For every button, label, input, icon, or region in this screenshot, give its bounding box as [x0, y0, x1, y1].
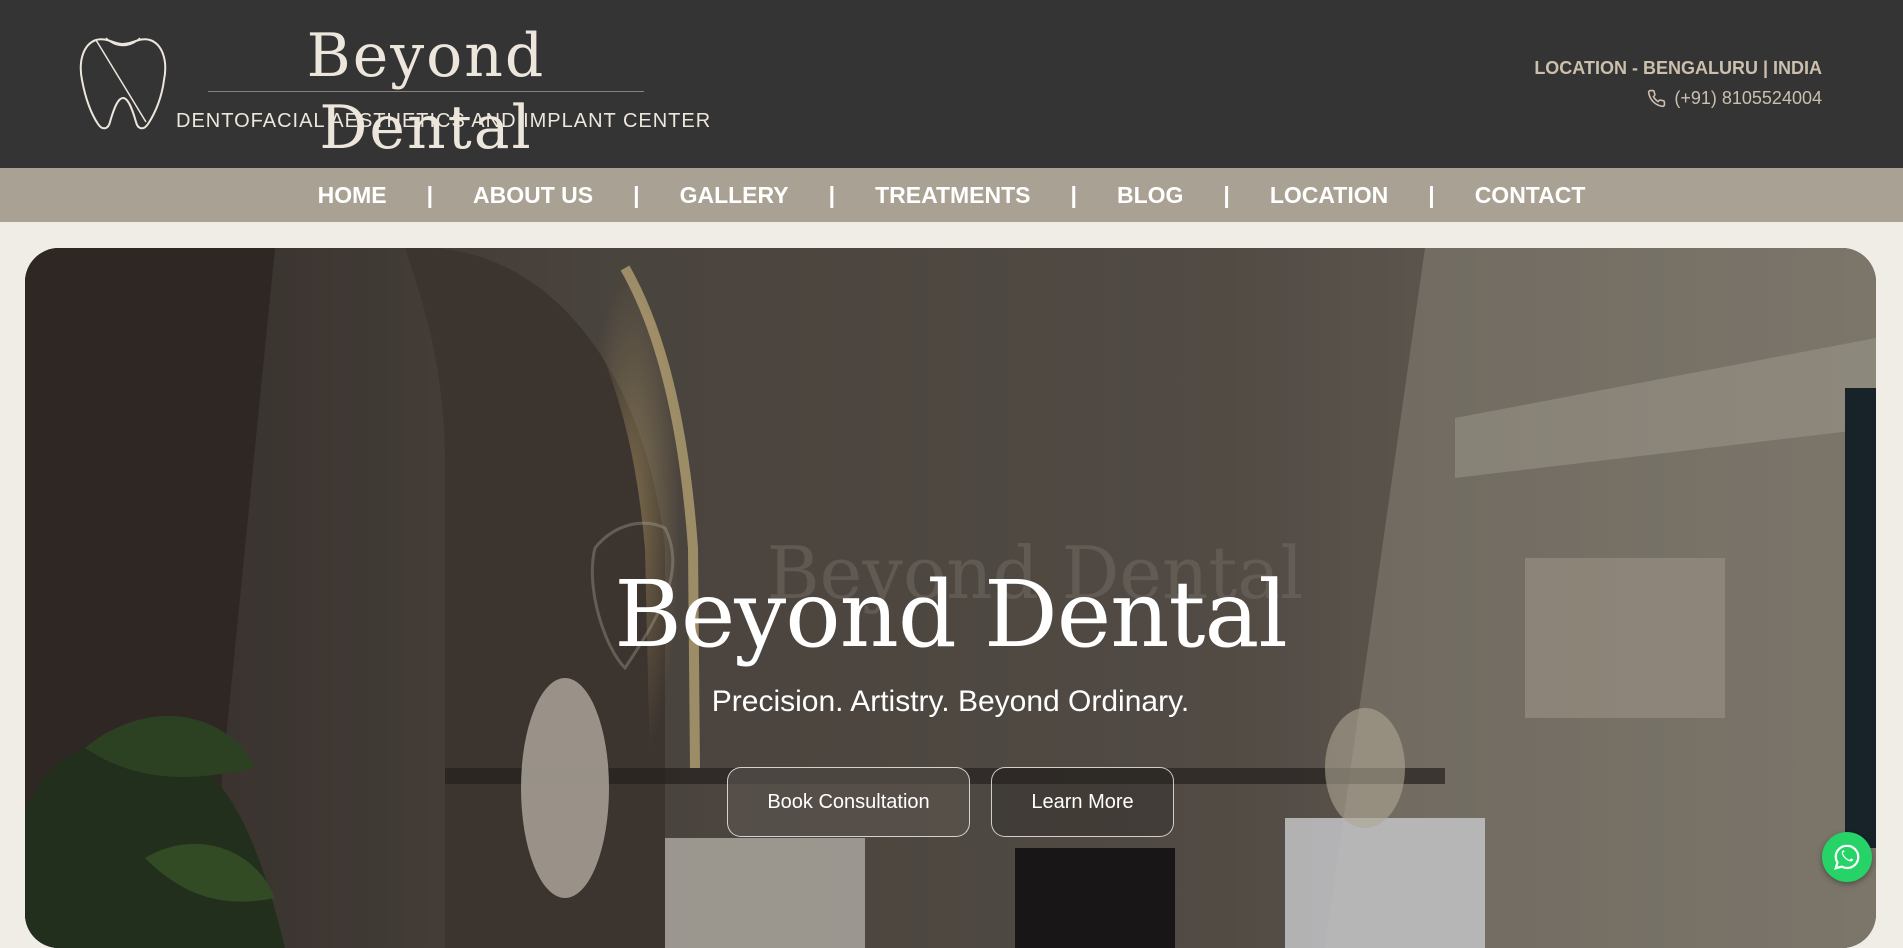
brand-divider	[208, 91, 644, 92]
hero-banner: Beyond Dental Beyond Dental Precision. A…	[25, 248, 1876, 948]
nav-location[interactable]: LOCATION	[1270, 182, 1388, 209]
whatsapp-chat-button[interactable]	[1822, 832, 1872, 882]
nav-treatments[interactable]: TREATMENTS	[875, 182, 1030, 209]
tooth-logo-icon[interactable]	[76, 34, 170, 134]
nav-separator: |	[426, 181, 434, 208]
nav-separator: |	[633, 181, 640, 208]
nav-contact[interactable]: CONTACT	[1475, 182, 1586, 209]
phone-number[interactable]: (+91) 8105524004	[1674, 88, 1822, 109]
location-text: LOCATION - BENGALURU | INDIA	[1534, 58, 1822, 78]
nav-blog[interactable]: BLOG	[1117, 182, 1183, 209]
hero-subtitle: Precision. Artistry. Beyond Ordinary.	[711, 685, 1190, 718]
site-header: Beyond Dental DENTOFACIAL AESTHETICS AND…	[0, 0, 1903, 168]
phone-contact[interactable]: (+91) 8105524004	[1647, 88, 1822, 109]
learn-more-button[interactable]: Learn More	[991, 767, 1174, 837]
brand-name[interactable]: Beyond Dental	[208, 20, 644, 164]
whatsapp-icon	[1834, 844, 1860, 870]
nav-separator: |	[1428, 181, 1435, 208]
hero-title: Beyond Dental	[614, 561, 1288, 668]
nav-separator: |	[1070, 181, 1077, 208]
nav-gallery[interactable]: GALLERY	[680, 182, 789, 209]
book-consultation-button[interactable]: Book Consultation	[727, 767, 970, 837]
nav-home[interactable]: HOME	[318, 182, 387, 209]
brand-tagline: DENTOFACIAL AESTHETICS AND IMPLANT CENTE…	[176, 110, 712, 132]
nav-separator: |	[1223, 181, 1230, 208]
main-nav: HOME | ABOUT US | GALLERY | TREATMENTS |…	[0, 168, 1903, 222]
nav-about-us[interactable]: ABOUT US	[473, 182, 593, 209]
phone-icon	[1648, 89, 1666, 108]
nav-separator: |	[828, 181, 836, 208]
